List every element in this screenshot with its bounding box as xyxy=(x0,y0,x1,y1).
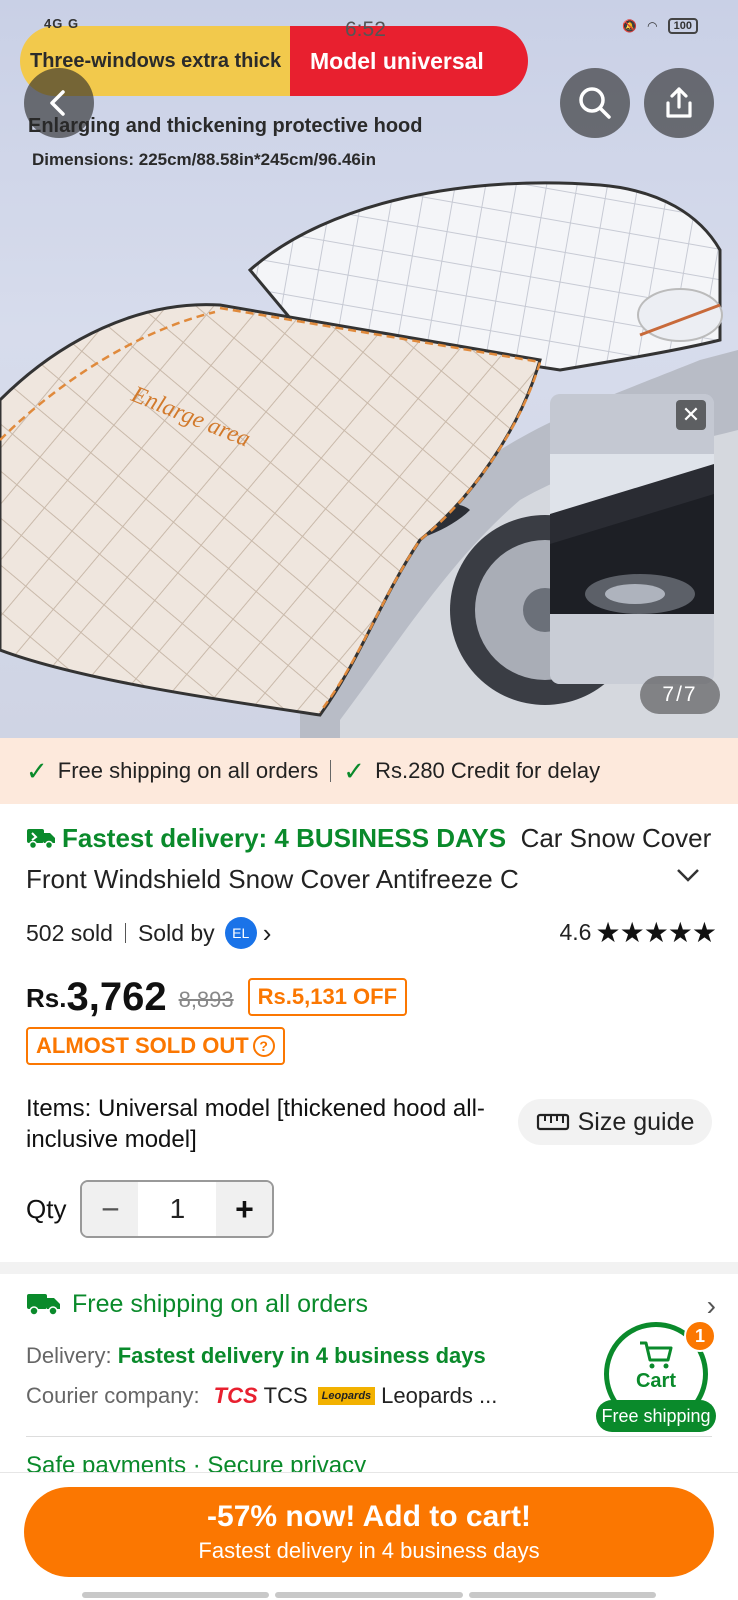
image-counter: 7/7 xyxy=(640,676,720,714)
navigation-hint-bar xyxy=(82,1592,656,1598)
sold-by-label[interactable]: Sold by xyxy=(138,920,215,947)
network-indicator: 4G G xyxy=(44,16,80,31)
sold-count: 502 sold xyxy=(26,919,113,946)
stock-label: ALMOST SOLD OUT xyxy=(36,1033,249,1058)
floating-cart-button[interactable]: Cart 1 Free shipping xyxy=(596,1320,716,1432)
meta-divider xyxy=(124,923,126,943)
shipping-banner[interactable]: ✓ Free shipping on all orders ✓ Rs.280 C… xyxy=(0,738,738,804)
discount-badge: Rs.5,131 OFF xyxy=(247,978,408,1016)
bottom-action-bar: -57% now! Add to cart! Fastest delivery … xyxy=(0,1472,738,1600)
search-icon xyxy=(579,87,611,119)
cart-icon xyxy=(640,1341,673,1368)
size-guide-button[interactable]: Size guide xyxy=(518,1099,712,1145)
tcs-name: TCS xyxy=(263,1383,308,1408)
delivery-info: Delivery: Fastest delivery in 4 business… xyxy=(26,1343,486,1369)
fastest-delivery-label: Fastest delivery: 4 BUSINESS DAYS xyxy=(62,823,507,853)
battery-icon: 100 xyxy=(667,18,698,34)
leopards-logo: Leopards xyxy=(317,1387,376,1405)
items-value: Universal model [thickened hood all-incl… xyxy=(26,1095,485,1153)
nav-hint-segment xyxy=(82,1592,270,1598)
ruler-icon xyxy=(536,1113,569,1131)
courier-info: Courier company: TCS TCS Leopards Leopar… xyxy=(26,1383,503,1409)
leopards-name: Leopards ... xyxy=(381,1383,498,1408)
tcs-logo: TCS xyxy=(213,1383,258,1408)
price-row: Rs. 3,762 8,893 Rs.5,131 OFF xyxy=(26,970,408,1020)
quantity-stepper[interactable]: − 1 + xyxy=(80,1180,275,1238)
cart-free-shipping: Free shipping xyxy=(596,1400,716,1432)
star-rating-icon: ★★★★★ xyxy=(595,917,717,948)
back-button[interactable] xyxy=(24,68,94,138)
share-icon xyxy=(666,87,692,118)
current-price: 3,762 xyxy=(66,975,167,1019)
wifi-icon: ◠ xyxy=(647,19,658,33)
product-image-gallery[interactable]: Enlarge area 4G G 6:52 🔕 ◠ 100 Three-win… xyxy=(0,0,738,738)
close-video-button[interactable]: ✕ xyxy=(676,400,706,430)
status-bar: 4G G 6:52 🔕 ◠ 100 xyxy=(0,14,738,44)
banner-credit: Rs.280 Credit for delay xyxy=(375,758,601,783)
section-divider xyxy=(0,1262,738,1274)
seller-avatar[interactable]: EL xyxy=(224,917,257,949)
nav-hint-segment xyxy=(468,1592,656,1598)
chevron-down-icon[interactable] xyxy=(676,868,700,882)
nav-hint-segment xyxy=(275,1592,463,1598)
check-icon: ✓ xyxy=(343,755,366,786)
cart-label: Cart xyxy=(635,1369,676,1392)
cart-count-badge: 1 xyxy=(684,1320,716,1352)
add-to-cart-sublabel: Fastest delivery in 4 business days xyxy=(198,1538,540,1563)
rating-value: 4.6 xyxy=(559,919,592,945)
delivery-truck-icon xyxy=(27,829,55,850)
title-fade xyxy=(590,859,660,900)
courier-label: Courier company: xyxy=(26,1383,200,1408)
chevron-right-icon[interactable]: › xyxy=(263,918,272,949)
selected-variant[interactable]: Items: Universal model [thickened hood a… xyxy=(26,1093,486,1155)
quantity-value[interactable]: 1 xyxy=(138,1182,216,1236)
check-icon: ✓ xyxy=(26,755,48,786)
hero-dimensions: Dimensions: 225cm/88.58in*245cm/96.46in xyxy=(32,150,376,169)
free-shipping-row[interactable]: Free shipping on all orders › xyxy=(26,1286,716,1322)
help-icon: ? xyxy=(252,1035,275,1057)
add-to-cart-button[interactable]: -57% now! Add to cart! Fastest delivery … xyxy=(24,1487,714,1577)
items-label: Items: xyxy=(26,1095,92,1122)
delivery-value: Fastest delivery in 4 business days xyxy=(117,1343,486,1368)
divider xyxy=(26,1436,712,1437)
stock-badge[interactable]: ALMOST SOLD OUT ? xyxy=(26,1027,285,1065)
banner-free-shipping: Free shipping on all orders xyxy=(57,758,319,783)
banner-divider xyxy=(330,760,332,782)
mute-icon: 🔕 xyxy=(622,19,638,33)
video-preview[interactable]: ✕ xyxy=(550,394,714,684)
product-meta: 502 sold Sold by EL › 4.6 ★★★★★ xyxy=(26,916,717,950)
qty-label: Qty xyxy=(26,1193,67,1224)
product-title[interactable]: Fastest delivery: 4 BUSINESS DAYS Car Sn… xyxy=(26,818,716,900)
original-price: 8,893 xyxy=(178,987,234,1012)
free-shipping-label: Free shipping on all orders xyxy=(72,1289,368,1318)
delivery-label: Delivery: xyxy=(26,1343,112,1368)
size-guide-label: Size guide xyxy=(577,1107,695,1136)
search-button[interactable] xyxy=(560,68,630,138)
share-button[interactable] xyxy=(644,68,714,138)
chevron-right-icon[interactable]: › xyxy=(707,1290,716,1322)
decrease-button[interactable]: − xyxy=(82,1182,139,1236)
quantity-row: Qty − 1 + xyxy=(26,1180,275,1238)
add-to-cart-label: -57% now! Add to cart! xyxy=(207,1500,531,1533)
video-thumbnail xyxy=(550,394,714,684)
clock: 6:52 xyxy=(345,18,386,41)
price-currency: Rs. xyxy=(26,983,67,1013)
delivery-truck-icon xyxy=(27,1294,60,1316)
increase-button[interactable]: + xyxy=(216,1182,273,1236)
rating[interactable]: 4.6 ★★★★★ xyxy=(560,916,717,949)
safe-payments-row[interactable]: Safe payments · Secure privacy xyxy=(26,1452,366,1472)
back-arrow-icon xyxy=(50,90,65,116)
